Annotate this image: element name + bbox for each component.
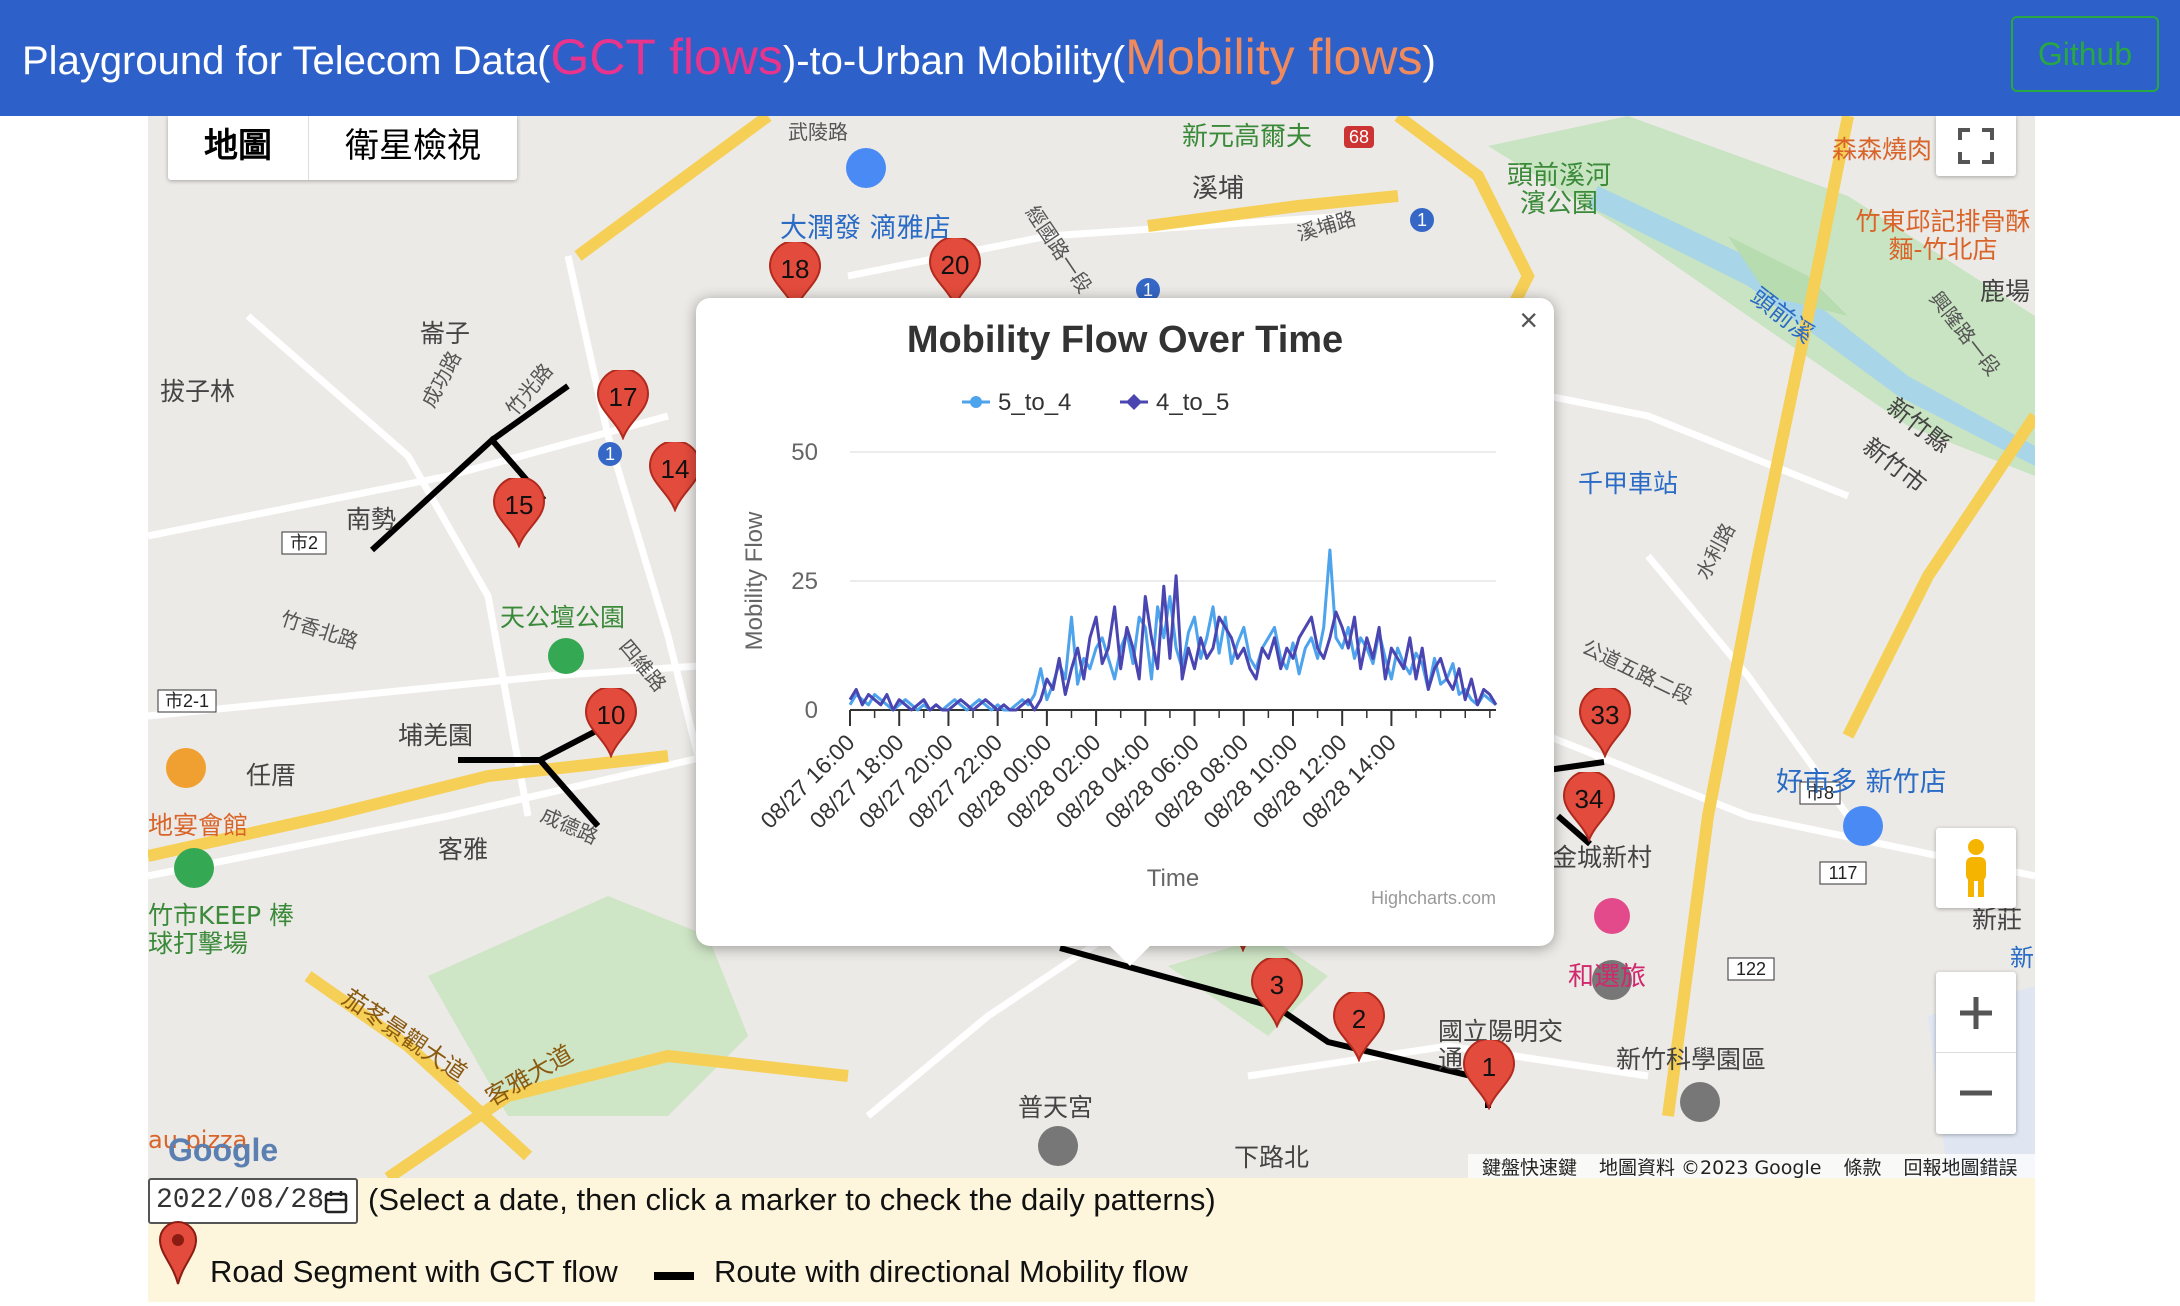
y-tick-label: 50 <box>791 439 818 466</box>
legend-marker-4_to_5 <box>1126 394 1142 410</box>
svg-text:122: 122 <box>1736 959 1766 979</box>
terms-link[interactable]: 條款 <box>1843 1153 1881 1179</box>
svg-text:1: 1 <box>605 444 615 464</box>
place-label: 鹿場 <box>1980 277 2031 306</box>
popup-close-button[interactable]: × <box>1519 302 1538 339</box>
map-marker-33[interactable]: 33 <box>1578 688 1632 758</box>
mobility-flows-title-part: Mobility flows <box>1125 29 1423 85</box>
report-error-link[interactable]: 回報地圖錯誤 <box>1903 1153 2017 1179</box>
map-marker-1[interactable]: 1 <box>1462 1040 1516 1110</box>
map-type-satellite-button[interactable]: 衛星檢視 <box>309 116 517 180</box>
svg-text:1: 1 <box>1143 280 1153 300</box>
place-label: 金城新村 <box>1552 843 1653 872</box>
y-tick-label: 0 <box>805 697 818 724</box>
place-label: 千甲車站 <box>1578 469 1679 498</box>
place-label: 普天宮 <box>1018 1093 1094 1122</box>
map-legend: Road Segment with GCT flow Route with di… <box>148 1220 1348 1304</box>
svg-text:市2: 市2 <box>290 533 318 553</box>
place-label: 和選旅 <box>1568 962 1647 992</box>
route-badge-68: 68 <box>1349 127 1369 147</box>
page-title: Playground for Telecom Data(GCT flows)-t… <box>22 29 1436 85</box>
fullscreen-button[interactable] <box>1936 116 2016 176</box>
place-label: 南勢 <box>346 505 397 534</box>
map-data-text: 地圖資料 ©2023 Google <box>1599 1156 1822 1179</box>
zoom-control <box>1936 972 2016 1134</box>
place-label: 竹東邱記排骨酥麵-竹北店 <box>1855 207 2031 264</box>
svg-text:117: 117 <box>1829 863 1858 883</box>
street-view-pegman[interactable] <box>1936 828 2016 908</box>
gct-flows-title-part: GCT flows <box>550 29 783 85</box>
google-logo: Google <box>168 1132 279 1168</box>
legend-marker-5_to_4 <box>970 396 982 408</box>
map-marker-17[interactable]: 17 <box>596 370 650 440</box>
chart-credits: Highcharts.com <box>1371 888 1496 908</box>
mobility-flow-chart: Mobility Flow Over Time 5_to_4 4_to_5 0 25 50… <box>741 319 1498 908</box>
minus-icon <box>1960 1090 1992 1096</box>
place-label: 武陵路 <box>788 120 848 144</box>
place-label: 頭前溪河濱公園 <box>1506 161 1611 219</box>
place-label: 崙子 <box>420 319 471 348</box>
x-axis-title: Time <box>1147 865 1199 892</box>
place-label: 溪埔 <box>1192 174 1245 204</box>
place-label: 下路北 <box>1234 1143 1310 1172</box>
red-pin-icon <box>158 1221 198 1285</box>
map-type-map-button[interactable]: 地圖 <box>168 116 309 180</box>
legend-label-5_to_4: 5_to_4 <box>998 389 1071 416</box>
map-marker-34[interactable]: 34 <box>1562 772 1616 842</box>
map-marker-15[interactable]: 15 <box>492 478 546 548</box>
chart-title: Mobility Flow Over Time <box>907 319 1343 361</box>
date-input[interactable]: 2022/08/28 <box>148 1178 358 1224</box>
plus-icon <box>1960 996 1992 1029</box>
map-marker-10[interactable]: 10 <box>584 688 638 758</box>
series-line-4_to_5 <box>848 574 1498 712</box>
place-label: 大潤發 滴雅店 <box>780 213 951 244</box>
legend-route-line <box>654 1272 694 1280</box>
map-marker-14[interactable]: 14 <box>648 442 702 512</box>
place-label: 森森燒肉 <box>1832 135 1933 164</box>
place-label: 竹市KEEP 棒球打擊場 <box>148 901 295 958</box>
place-label: 拔子林 <box>160 377 236 406</box>
map-type-control: 地圖 衛星檢視 <box>168 116 517 180</box>
github-button[interactable]: Github <box>2011 16 2159 92</box>
pegman-icon <box>1966 839 1986 897</box>
zoom-out-button[interactable] <box>1936 1053 2016 1133</box>
place-label: 客雅 <box>438 835 489 864</box>
popup-tail <box>1108 944 1152 966</box>
place-label: 新竹科學園區 <box>1616 1045 1767 1074</box>
place-label: 埔羌園 <box>398 721 474 750</box>
marker-info-popup: Mobility Flow Over Time 5_to_4 4_to_5 0 25 50… <box>696 298 1554 946</box>
map-marker-2[interactable]: 2 <box>1332 992 1386 1062</box>
place-label: 新元高爾夫 <box>1182 122 1313 152</box>
keyboard-shortcuts-link[interactable]: 鍵盤快速鍵 <box>1482 1153 1577 1179</box>
control-legend-panel: 2022/08/28 (Select a date, then click a … <box>148 1178 2035 1302</box>
place-label: 地宴會館 <box>148 811 249 840</box>
zoom-in-button[interactable] <box>1936 973 2016 1053</box>
place-label: 任厝 <box>246 761 297 790</box>
legend-gct-label: Road Segment with GCT flow <box>210 1254 618 1289</box>
svg-text:1: 1 <box>1417 210 1427 230</box>
y-tick-label: 25 <box>791 568 818 595</box>
svg-text:市2-1: 市2-1 <box>165 691 209 711</box>
calendar-icon[interactable] <box>324 1190 348 1214</box>
place-label: 好市多 新竹店 <box>1776 767 1947 798</box>
place-label: 新 <box>2010 944 2034 972</box>
date-hint-text: (Select a date, then click a marker to c… <box>368 1182 1216 1217</box>
top-navbar: Playground for Telecom Data(GCT flows)-t… <box>0 0 2180 116</box>
legend-route-label: Route with directional Mobility flow <box>714 1254 1188 1289</box>
place-label: 天公壇公園 <box>500 603 626 632</box>
y-axis-title: Mobility Flow <box>741 511 768 650</box>
fullscreen-icon <box>1958 128 1994 164</box>
map-attribution: 鍵盤快速鍵 地圖資料 ©2023 Google 條款 回報地圖錯誤 <box>1468 1154 2035 1178</box>
map-marker-3[interactable]: 3 <box>1250 958 1304 1028</box>
legend-label-4_to_5: 4_to_5 <box>1156 389 1229 416</box>
